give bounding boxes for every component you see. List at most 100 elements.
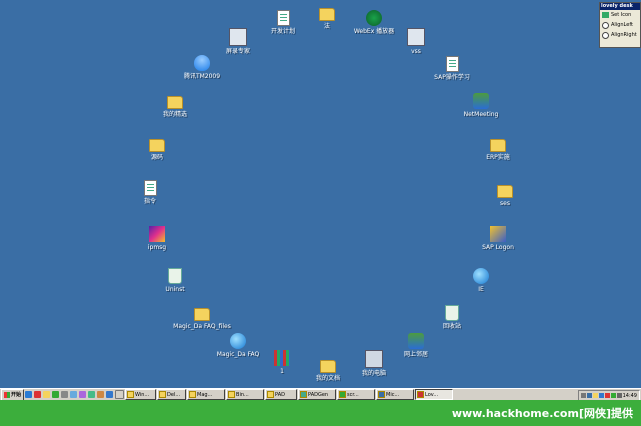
window-icon <box>127 391 135 398</box>
folder-icon <box>267 391 275 398</box>
quicklaunch-net-icon[interactable] <box>88 391 96 398</box>
task-button-mag[interactable]: Mag... <box>187 389 226 400</box>
task-label: Lov... <box>425 391 439 398</box>
messenger-icon[interactable] <box>592 393 598 398</box>
watermark-text: www.hackhome.com[网侠]提供 <box>451 407 633 420</box>
archive-icon <box>274 350 290 366</box>
task-label: scr... <box>347 391 359 398</box>
printer-icon[interactable] <box>580 393 586 398</box>
desktop-icon-sap-study[interactable]: SAP操作学习 <box>422 56 482 81</box>
taskbar: 开始 Win... Del... Mag... Bin... PAD PADGe… <box>0 388 641 401</box>
folder-icon <box>167 96 183 109</box>
quicklaunch-media-icon[interactable] <box>52 391 60 398</box>
radio-icon <box>602 21 609 29</box>
recycle-bin-icon <box>168 268 182 284</box>
quicklaunch-qq-icon[interactable] <box>106 391 114 398</box>
desktop-icon-vss[interactable]: vss <box>386 28 446 55</box>
desktop-icon-uninst[interactable]: Uninst <box>145 268 205 293</box>
desktop-icon-instructions[interactable]: 指令 <box>120 180 180 205</box>
folder-icon <box>149 139 165 152</box>
quicklaunch-app-icon[interactable] <box>34 391 42 398</box>
task-button-padgen[interactable]: PADGen <box>298 389 337 400</box>
quicklaunch-folder-icon[interactable] <box>43 391 51 398</box>
quicklaunch-ie-icon[interactable] <box>25 391 33 398</box>
desktop-icon-magic-faq-files[interactable]: Magic_Da FAQ_files <box>172 305 232 330</box>
document-icon <box>276 10 290 26</box>
desktop-icon-source[interactable]: 源码 <box>127 136 187 161</box>
desktop-icon-screen-recorder[interactable]: 屏录专家 <box>208 28 268 55</box>
folder-icon <box>159 391 167 398</box>
desktop-icon-qq-tm[interactable]: 腾讯TM2009 <box>172 55 232 80</box>
task-label: Mag... <box>197 391 213 398</box>
volume-icon[interactable] <box>616 393 622 398</box>
network-icon <box>473 93 489 109</box>
app-icon <box>229 28 247 46</box>
quicklaunch-email-icon[interactable] <box>70 391 78 398</box>
monitor-icon[interactable] <box>586 393 592 398</box>
lovely-desk-panel: lovely desk Set Icon AlignLeft AlignRigh… <box>599 2 641 48</box>
folder-icon <box>490 139 506 152</box>
internet-explorer-icon <box>230 333 246 349</box>
task-button-lovely[interactable]: Lov... <box>415 389 454 400</box>
desktop-icon-magic-faq[interactable]: Magic_Da FAQ <box>208 333 268 358</box>
align-left-radio[interactable]: AlignLeft <box>600 20 640 30</box>
task-label: Bin... <box>236 391 249 398</box>
task-button-scr[interactable]: scr... <box>337 389 376 400</box>
set-icon-button[interactable]: Set Icon <box>600 10 640 20</box>
app-colorful-icon <box>149 226 165 242</box>
desktop-icon-ie[interactable]: IE <box>451 268 511 293</box>
check-icon[interactable] <box>610 393 616 398</box>
start-label: 开始 <box>11 392 22 398</box>
radio-icon <box>602 31 609 39</box>
quicklaunch-tool-icon[interactable] <box>79 391 87 398</box>
media-player-icon <box>366 10 382 26</box>
folder-icon <box>319 8 335 21</box>
panel-title: lovely desk <box>600 3 640 10</box>
desktop-icon-sap-logon[interactable]: SAP Logon <box>468 226 528 251</box>
app-icon <box>300 391 308 398</box>
task-button-win[interactable]: Win... <box>125 389 157 400</box>
quicklaunch-desktop-icon[interactable] <box>61 391 69 398</box>
app-icon <box>417 391 425 398</box>
desktop-icon-my-favorites[interactable]: 我的精选 <box>145 93 205 118</box>
clock: 14:49 <box>622 392 637 399</box>
windows-flag-icon <box>4 391 10 398</box>
task-label: Mic... <box>386 391 400 398</box>
desktop-icon-recycle-bin[interactable]: 回收站 <box>422 305 482 330</box>
align-right-radio[interactable]: AlignRight <box>600 30 640 40</box>
desktop-icon-ses[interactable]: ses <box>475 182 535 207</box>
task-button-bin[interactable]: Bin... <box>226 389 265 400</box>
task-label: Win... <box>135 391 150 398</box>
quicklaunch-misc-icon[interactable] <box>97 391 105 398</box>
app-icon <box>407 28 425 46</box>
key-icon <box>490 226 506 242</box>
task-button-pad[interactable]: PAD <box>265 389 298 400</box>
computer-icon <box>365 350 383 368</box>
align-left-label: AlignLeft <box>611 22 633 28</box>
watermark-bar: www.hackhome.com[网侠]提供 <box>0 400 641 426</box>
network-icon <box>408 333 424 349</box>
folder-icon <box>189 391 197 398</box>
qq-tray-icon[interactable] <box>598 393 604 398</box>
folder-icon <box>320 360 336 373</box>
desktop-icon-netmeeting[interactable]: NetMeeting <box>451 93 511 118</box>
qq-icon <box>194 55 210 71</box>
recycle-bin-icon <box>445 305 459 321</box>
quicklaunch-more-icon[interactable] <box>115 390 125 399</box>
folder-icon <box>194 308 210 321</box>
app-icon <box>339 391 347 398</box>
app-icon <box>378 391 386 398</box>
desktop-icon-erp[interactable]: ERP实施 <box>468 136 528 161</box>
folder-icon <box>228 391 236 398</box>
align-right-label: AlignRight <box>611 32 637 38</box>
desktop: 开发计划 法 WebEx 播放器 vss SAP操作学习 NetMeeting … <box>0 0 641 388</box>
antivirus-icon[interactable] <box>604 393 610 398</box>
task-button-del[interactable]: Del... <box>157 389 187 400</box>
document-icon <box>143 180 157 196</box>
task-button-mic[interactable]: Mic... <box>376 389 415 400</box>
desktop-icon-ipmsg[interactable]: ipmsg <box>127 226 187 251</box>
start-button[interactable]: 开始 <box>1 388 25 401</box>
document-icon <box>445 56 459 72</box>
folder-icon <box>497 185 513 198</box>
task-label: PADGen <box>308 391 329 398</box>
